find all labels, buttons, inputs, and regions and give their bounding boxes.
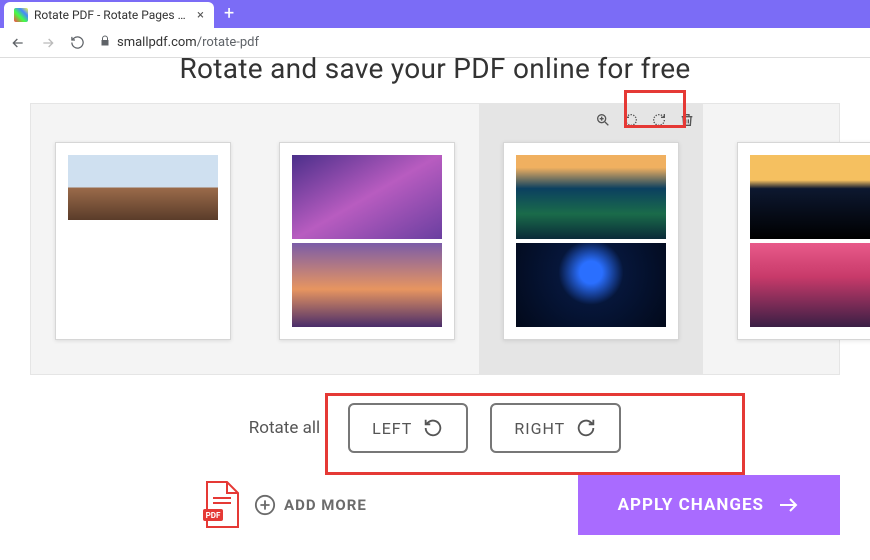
pages-workspace — [30, 103, 840, 375]
page-image — [516, 243, 666, 327]
page-card — [55, 142, 231, 340]
page-image — [516, 155, 666, 239]
annotation-highlight — [325, 393, 745, 475]
arrow-right-icon — [776, 493, 800, 517]
pdf-file-icon: PDF — [200, 481, 240, 529]
svg-text:PDF: PDF — [206, 511, 221, 520]
page-title: Rotate and save your PDF online for free — [0, 52, 870, 85]
close-tab-icon[interactable]: × — [197, 8, 204, 23]
apply-changes-button[interactable]: APPLY CHANGES — [578, 475, 840, 535]
plus-circle-icon — [254, 494, 276, 516]
back-icon[interactable] — [10, 35, 26, 51]
bottom-actions: PDF ADD MORE APPLY CHANGES — [200, 475, 840, 535]
new-tab-button[interactable]: + — [214, 3, 244, 28]
reload-icon[interactable] — [70, 35, 85, 50]
rotate-all-label: Rotate all — [249, 418, 320, 438]
zoom-in-icon[interactable] — [591, 108, 615, 132]
url-text: smallpdf.com/rotate-pdf — [117, 35, 259, 50]
forward-icon[interactable] — [40, 35, 56, 51]
browser-tabstrip: Rotate PDF - Rotate Pages Onlin × + — [0, 0, 870, 28]
add-more-group: PDF ADD MORE — [200, 481, 367, 529]
browser-tab[interactable]: Rotate PDF - Rotate Pages Onlin × — [4, 2, 214, 28]
add-more-button[interactable]: ADD MORE — [254, 494, 367, 516]
page-card — [737, 142, 870, 340]
page-card — [279, 142, 455, 340]
pages-row — [31, 104, 839, 374]
page-thumbnail[interactable] — [31, 104, 255, 374]
favicon-icon — [14, 8, 28, 22]
page-image — [292, 243, 442, 327]
tab-title: Rotate PDF - Rotate Pages Onlin — [34, 8, 191, 22]
lock-icon — [99, 35, 111, 51]
page-thumbnail[interactable] — [479, 104, 703, 374]
annotation-highlight — [624, 90, 686, 128]
page-thumbnail[interactable] — [703, 104, 870, 374]
page-image — [750, 243, 870, 327]
url-field[interactable]: smallpdf.com/rotate-pdf — [99, 35, 860, 51]
page-image — [292, 155, 442, 239]
page-image — [68, 155, 218, 220]
page-image — [750, 155, 870, 239]
page-thumbnail[interactable] — [255, 104, 479, 374]
page-card — [503, 142, 679, 340]
